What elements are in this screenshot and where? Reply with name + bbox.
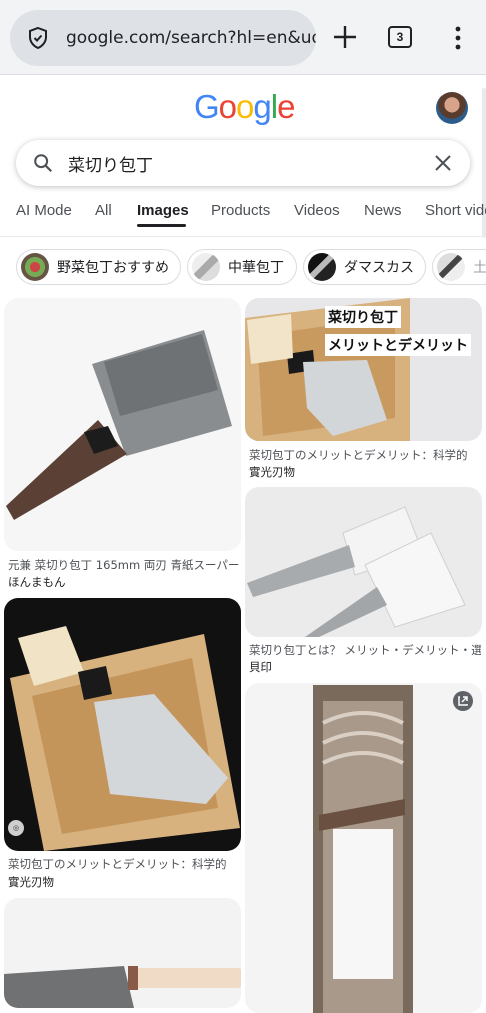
search-icon[interactable] <box>32 152 54 174</box>
chip-thumbnail <box>21 253 49 281</box>
result-image-4[interactable]: ◎ <box>4 598 241 851</box>
knife-pair-image <box>247 506 466 637</box>
clear-icon[interactable] <box>434 154 452 172</box>
result-image-3[interactable] <box>245 487 482 637</box>
result-source-3[interactable]: 貝印 <box>249 659 272 675</box>
logo-letter: e <box>277 88 295 125</box>
tab-news[interactable]: News <box>364 202 402 219</box>
result-title-2[interactable]: 菜切包丁のメリットとデメリット：科学的 <box>249 447 481 463</box>
knife-image <box>4 966 241 1008</box>
chip-thumbnail <box>437 253 465 281</box>
chip-damascus[interactable]: ダマスカス <box>303 249 426 285</box>
result-source-2[interactable]: 實光刃物 <box>249 464 295 480</box>
tab-videos[interactable]: Videos <box>294 202 340 219</box>
logo-letter: o <box>218 88 237 125</box>
account-avatar[interactable] <box>436 92 468 124</box>
browser-toolbar: google.com/search?hl=en&udm 3 <box>0 0 486 74</box>
chip-label: 野菜包丁おすすめ <box>57 260 169 276</box>
chip-label: ダマスカス <box>344 260 414 276</box>
result-title-1[interactable]: 元兼 菜切り包丁 165mm 両刃 青紙スーパー <box>8 557 240 573</box>
knife-package-image <box>313 685 413 1013</box>
chip-chinese-knife[interactable]: 中華包丁 <box>187 249 297 285</box>
result-image-2[interactable]: 菜切り包丁 メリットとデメリット <box>245 298 482 441</box>
result-image-1[interactable] <box>4 298 241 551</box>
site-info-icon[interactable] <box>26 26 50 50</box>
chip-label: 土 <box>473 260 486 276</box>
url-text[interactable]: google.com/search?hl=en&udm <box>66 28 316 48</box>
logo-letter: o <box>236 88 254 125</box>
open-external-icon[interactable] <box>453 691 473 711</box>
search-input[interactable]: 菜切り包丁 <box>68 151 434 176</box>
more-menu-icon[interactable] <box>450 24 466 52</box>
active-tab-indicator <box>137 224 186 227</box>
tab-switcher-button[interactable]: 3 <box>388 26 412 48</box>
tab-all[interactable]: All <box>95 202 112 219</box>
chip-label: 中華包丁 <box>228 260 284 276</box>
knife-image <box>6 330 232 520</box>
tab-images[interactable]: Images <box>137 202 189 219</box>
result-source-1[interactable]: ほんまもん <box>8 574 66 590</box>
result-source-4[interactable]: 實光刃物 <box>8 874 54 890</box>
overlay-line-2: メリットとデメリット <box>325 334 471 356</box>
knife-box-image <box>10 626 240 851</box>
result-image-6[interactable] <box>245 683 482 1013</box>
chip-thumbnail <box>192 253 220 281</box>
search-box[interactable]: 菜切り包丁 <box>16 140 470 186</box>
google-logo[interactable]: Google <box>194 88 295 126</box>
toolbar-divider <box>0 74 486 75</box>
overlay-line-1: 菜切り包丁 <box>325 306 401 328</box>
watermark-logo: ◎ <box>8 820 24 836</box>
tab-products[interactable]: Products <box>211 202 270 219</box>
address-bar[interactable]: google.com/search?hl=en&udm <box>10 10 316 66</box>
chip-thumbnail <box>308 253 336 281</box>
new-tab-plus-icon[interactable] <box>330 22 360 52</box>
result-image-5[interactable] <box>4 898 241 1008</box>
chip-vegetable-knife[interactable]: 野菜包丁おすすめ <box>16 249 181 285</box>
tab-ai-mode[interactable]: AI Mode <box>16 202 72 219</box>
tabs-divider <box>0 236 486 237</box>
tab-short-videos[interactable]: Short vide <box>425 202 486 219</box>
result-title-4[interactable]: 菜切包丁のメリットとデメリット：科学的 <box>8 856 240 872</box>
chip-earth[interactable]: 土 <box>432 249 486 285</box>
result-title-3[interactable]: 菜切り包丁とは？ メリット・デメリット・選 <box>249 642 481 658</box>
search-tabs: AI Mode All Images Products Videos News … <box>0 190 486 234</box>
external-link-glyph <box>458 696 468 706</box>
logo-letter: G <box>194 88 220 125</box>
logo-letter: g <box>253 88 271 125</box>
